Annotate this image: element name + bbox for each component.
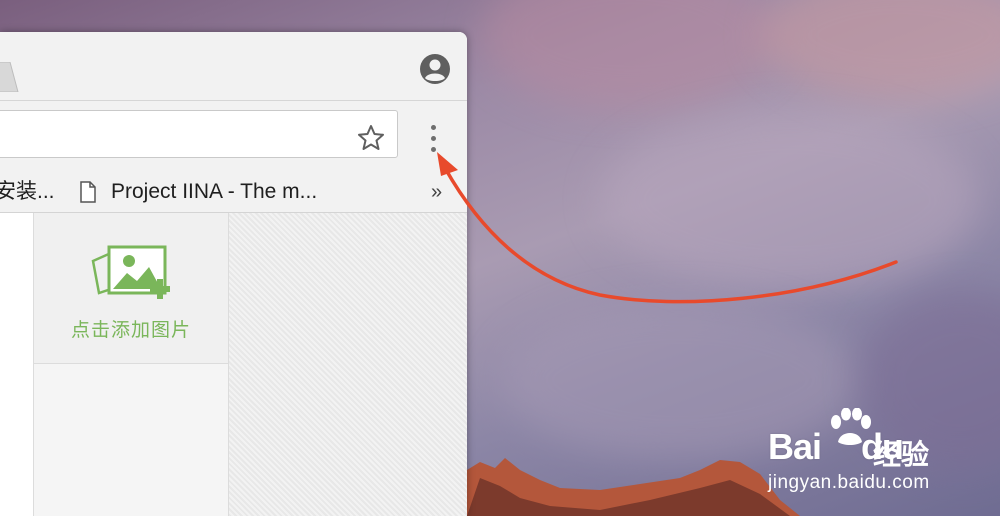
baidu-jingyan-watermark: Bai du 经验 jingyan.baidu.com [768, 408, 958, 503]
jingyan-text: 经验 [873, 439, 930, 470]
watermark-url: jingyan.baidu.com [768, 472, 930, 493]
